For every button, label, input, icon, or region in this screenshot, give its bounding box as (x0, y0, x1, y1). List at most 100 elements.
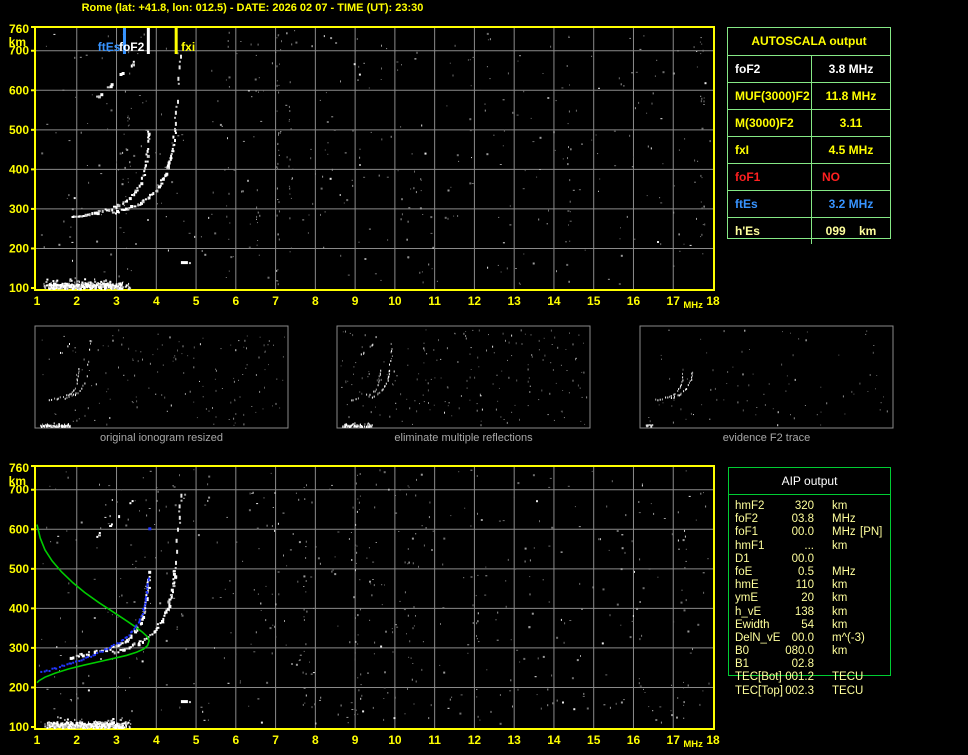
svg-text:300: 300 (9, 202, 29, 216)
svg-text:760: 760 (9, 22, 29, 36)
station-title: Rome (lat: +41.8, lon: 012.5) - DATE: 20… (0, 1, 505, 15)
svg-text:9: 9 (352, 733, 359, 747)
autoscala-row-value: 11.8 MHz (812, 83, 890, 109)
aip-cell: foF2 (735, 513, 758, 526)
svg-text:16: 16 (627, 733, 641, 747)
svg-text:foF2: foF2 (119, 40, 145, 54)
aip-cell: 001.2 (764, 671, 814, 684)
thumbnail-caption-original: original ionogram resized (35, 432, 288, 444)
svg-text:600: 600 (9, 83, 29, 97)
aip-cell: 02.8 (764, 658, 814, 671)
autoscala-row-value: 099 km (812, 218, 890, 244)
svg-text:10: 10 (388, 733, 402, 747)
aip-row-B0: B0080.0km (728, 645, 903, 658)
svg-text:3: 3 (113, 733, 120, 747)
aip-cell: 00.0 (764, 553, 814, 566)
aip-cell: 00.0 (764, 632, 814, 645)
thumbnail-caption-evidence: evidence F2 trace (640, 432, 893, 444)
autoscala-row-foF1: foF1NO (728, 164, 890, 191)
thumbnail-1 (35, 326, 288, 428)
svg-text:13: 13 (507, 294, 521, 308)
svg-text:8: 8 (312, 294, 319, 308)
svg-text:15: 15 (587, 733, 601, 747)
svg-text:11: 11 (428, 733, 441, 747)
aip-row-hmE: hmE110km (728, 579, 903, 592)
autoscala-table-title: AUTOSCALA output (728, 28, 890, 56)
svg-text:4: 4 (153, 294, 160, 308)
aip-cell: km (832, 540, 847, 553)
svg-text:18: 18 (706, 294, 720, 308)
svg-text:17: 17 (667, 733, 681, 747)
aip-row-foF2: foF203.8MHz (728, 513, 903, 526)
svg-text:8: 8 (312, 733, 319, 747)
svg-text:100: 100 (9, 720, 29, 734)
autoscala-row-value: 3.2 MHz (812, 191, 890, 217)
autoscala-row-label: MUF(3000)F2 (728, 83, 812, 109)
autoscala-row-value: 3.11 (812, 110, 890, 136)
aip-cell: m^(-3) (832, 632, 865, 645)
aip-cell: foF1 (735, 526, 758, 539)
autoscala-screen: 760km70060050040030020010012345678910111… (0, 0, 968, 755)
aip-row-DelN_vE: DelN_vE00.0m^(-3) (728, 632, 903, 645)
thumbnail-3 (640, 326, 893, 428)
aip-cell: hmF2 (735, 500, 764, 513)
aip-cell: hmE (735, 579, 759, 592)
aip-cell: B0 (735, 645, 749, 658)
aip-cell: [PN] (860, 526, 882, 539)
svg-text:2: 2 (73, 294, 80, 308)
aip-cell: 110 (764, 579, 814, 592)
svg-text:11: 11 (428, 294, 441, 308)
aip-cell: TECU (832, 685, 863, 698)
aip-cell: MHz (832, 513, 856, 526)
autoscala-row-MUF(3000)F2: MUF(3000)F211.8 MHz (728, 83, 890, 110)
svg-text:3: 3 (113, 294, 120, 308)
svg-text:400: 400 (9, 162, 29, 176)
aip-cell: 00.0 (764, 526, 814, 539)
svg-text:7: 7 (272, 733, 279, 747)
autoscala-row-value: NO (812, 164, 890, 190)
aip-cell: 54 (764, 619, 814, 632)
aip-row-hmF1: hmF1...km (728, 540, 903, 553)
autoscala-row-foF2: foF23.8 MHz (728, 56, 890, 83)
bottom-ionogram-plot: 760km70060050040030020010012345678910111… (9, 461, 720, 750)
svg-text:6: 6 (232, 294, 239, 308)
svg-text:200: 200 (9, 241, 29, 255)
aip-cell: 002.3 (764, 685, 814, 698)
svg-text:6: 6 (232, 733, 239, 747)
thumbnail-2 (337, 326, 590, 428)
aip-row-foF1: foF100.0MHz[PN] (728, 526, 903, 539)
aip-row-D1: D1 00.0 (728, 553, 903, 566)
svg-text:MHz: MHz (683, 739, 703, 750)
aip-cell: h_vE (735, 606, 761, 619)
aip-cell: ... (764, 540, 814, 553)
autoscala-table-rows: foF23.8 MHzMUF(3000)F211.8 MHzM(3000)F23… (728, 56, 890, 244)
svg-text:12: 12 (468, 733, 482, 747)
svg-text:700: 700 (9, 44, 29, 58)
aip-table-title: AIP output (729, 468, 890, 495)
thumbnail-caption-eliminate: eliminate multiple reflections (337, 432, 590, 444)
aip-cell: D1 (735, 553, 750, 566)
svg-text:600: 600 (9, 522, 29, 536)
svg-text:2: 2 (73, 733, 80, 747)
autoscala-row-label: foF2 (728, 56, 812, 82)
svg-text:14: 14 (547, 294, 561, 308)
svg-text:1: 1 (34, 733, 41, 747)
autoscala-row-M(3000)F2: M(3000)F23.11 (728, 110, 890, 137)
svg-text:17: 17 (667, 294, 681, 308)
svg-text:15: 15 (587, 294, 601, 308)
svg-text:13: 13 (507, 733, 521, 747)
svg-text:fxi: fxi (181, 40, 195, 54)
top-ionogram-plot: 760km70060050040030020010012345678910111… (9, 22, 720, 311)
electron-density-profile-curve (37, 525, 149, 683)
autoscala-row-label: ftEs (728, 191, 812, 217)
aip-row-ymE: ymE20km (728, 592, 903, 605)
aip-cell: km (832, 645, 847, 658)
svg-text:700: 700 (9, 483, 29, 497)
aip-row-B1: B102.8 (728, 658, 903, 671)
aip-cell: km (832, 619, 847, 632)
svg-text:10: 10 (388, 294, 402, 308)
critical-frequency-markers: ftEsfoF2fxi (98, 28, 195, 54)
aip-row-hmF2: hmF2320km (728, 500, 903, 513)
autoscala-row-value: 3.8 MHz (812, 56, 890, 82)
autoscala-row-label: fxI (728, 137, 812, 163)
